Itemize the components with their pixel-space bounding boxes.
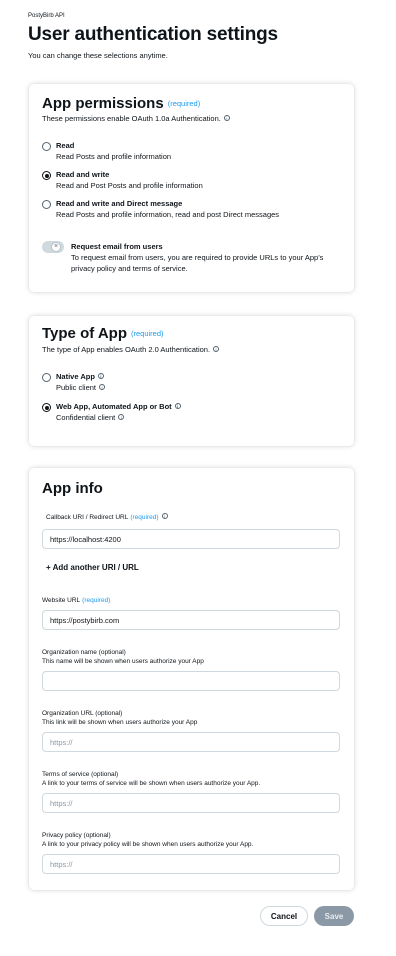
option-sublabel: Read and Post Posts and profile informat… xyxy=(56,181,203,190)
radio-button[interactable] xyxy=(42,373,51,382)
close-icon: × xyxy=(51,242,61,252)
info-icon[interactable]: i xyxy=(118,414,125,420)
terms-of-service-hint: A link to your terms of service will be … xyxy=(42,780,261,787)
privacy-policy-label: Privacy policy (optional) xyxy=(42,832,111,839)
option-sublabel-text: Confidential client xyxy=(56,413,116,422)
save-button[interactable]: Save xyxy=(314,906,354,926)
option-sublabel: Public client i xyxy=(56,383,106,392)
app-info-title: App info xyxy=(42,480,103,497)
required-badge: (required) xyxy=(82,597,111,604)
info-icon[interactable]: i xyxy=(174,403,181,409)
type-of-app-title-text: Type of App xyxy=(42,325,127,342)
callback-url-input[interactable] xyxy=(42,529,340,549)
required-badge: (required) xyxy=(167,99,201,108)
website-url-label-text: Website URL xyxy=(42,597,81,604)
type-of-app-description-text: The type of App enables OAuth 2.0 Authen… xyxy=(42,345,211,354)
privacy-policy-input[interactable] xyxy=(42,854,340,874)
info-icon[interactable]: i xyxy=(97,373,104,379)
cancel-button[interactable]: Cancel xyxy=(260,906,308,926)
request-email-description: To request email from users, you are req… xyxy=(71,253,324,273)
organization-url-label: Organization URL (optional) xyxy=(42,710,123,717)
radio-button[interactable] xyxy=(42,200,51,209)
callback-url-label-text: Callback URI / Redirect URL xyxy=(46,514,129,521)
option-label: Read xyxy=(56,141,75,150)
option-label-text: Native App xyxy=(56,372,95,381)
terms-of-service-label: Terms of service (optional) xyxy=(42,771,119,778)
option-sublabel: Confidential client i xyxy=(56,413,125,422)
request-email-label: Request email from users xyxy=(71,242,163,251)
organization-url-input[interactable] xyxy=(42,732,340,752)
radio-button-checked[interactable] xyxy=(42,171,51,180)
option-sublabel: Read Posts and profile information, read… xyxy=(56,210,280,219)
organization-name-label: Organization name (optional) xyxy=(42,649,126,656)
option-label: Read and write xyxy=(56,170,110,179)
option-label: Native App i xyxy=(56,372,104,381)
privacy-policy-hint: A link to your privacy policy will be sh… xyxy=(42,841,254,848)
radio-button[interactable] xyxy=(42,142,51,151)
app-permissions-description: These permissions enable OAuth 1.0a Auth… xyxy=(42,114,230,123)
option-label: Web App, Automated App or Bot i xyxy=(56,402,181,411)
option-label-text: Web App, Automated App or Bot xyxy=(56,402,172,411)
required-badge: (required) xyxy=(130,514,159,521)
app-permissions-title: App permissions (required) xyxy=(42,95,200,112)
info-icon[interactable]: i xyxy=(223,115,230,121)
app-permissions-description-text: These permissions enable OAuth 1.0a Auth… xyxy=(42,114,221,123)
info-icon[interactable]: i xyxy=(213,346,220,352)
required-badge: (required) xyxy=(131,329,164,338)
website-url-label: Website URL (required) xyxy=(42,597,110,604)
organization-url-hint: This link will be shown when users autho… xyxy=(42,719,198,726)
type-of-app-card: Type of App (required) The type of App en… xyxy=(29,316,354,446)
add-another-uri-button[interactable]: + Add another URI / URL xyxy=(46,563,139,572)
request-email-toggle[interactable]: × xyxy=(42,241,64,253)
option-sublabel: Read Posts and profile information xyxy=(56,152,172,161)
info-icon[interactable]: i xyxy=(161,513,168,519)
callback-url-label: Callback URI / Redirect URL (required) i xyxy=(46,513,168,521)
page-subtitle: You can change these selections anytime. xyxy=(28,51,168,60)
terms-of-service-input[interactable] xyxy=(42,793,340,813)
info-icon[interactable]: i xyxy=(99,384,106,390)
app-info-card: App info Callback URI / Redirect URL (req… xyxy=(29,468,354,890)
organization-name-input[interactable] xyxy=(42,671,340,691)
app-permissions-title-text: App permissions xyxy=(42,95,164,112)
app-name: PostyBirb API xyxy=(28,13,65,19)
organization-name-hint: This name will be shown when users autho… xyxy=(42,658,204,665)
option-sublabel-text: Public client xyxy=(56,383,97,392)
website-url-input[interactable] xyxy=(42,610,340,630)
radio-button-checked[interactable] xyxy=(42,403,51,412)
page-title: User authentication settings xyxy=(28,24,278,45)
option-label: Read and write and Direct message xyxy=(56,199,183,208)
type-of-app-title: Type of App (required) xyxy=(42,325,164,342)
app-permissions-card: App permissions (required) These permissi… xyxy=(29,84,354,292)
type-of-app-description: The type of App enables OAuth 2.0 Authen… xyxy=(42,345,220,354)
